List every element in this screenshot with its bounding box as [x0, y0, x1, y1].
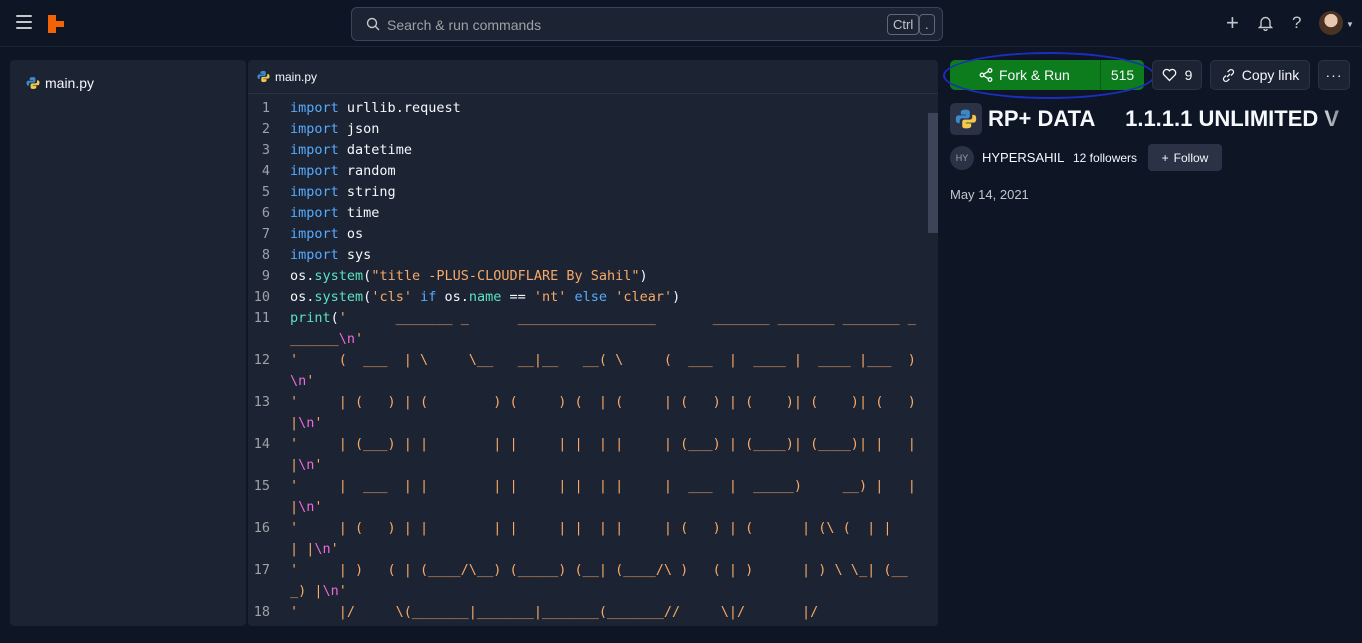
line-number: 13 — [253, 394, 270, 410]
line-number: 7 — [261, 226, 270, 242]
replit-logo[interactable] — [48, 15, 66, 33]
kbd-dot: . — [919, 14, 935, 35]
python-icon — [257, 70, 270, 83]
fork-run-label: Fork & Run — [999, 67, 1070, 83]
line-number: 10 — [253, 289, 270, 305]
fork-count: 515 — [1100, 60, 1144, 90]
file-tree: main.py — [10, 60, 246, 626]
code-line: 16 ' | ( ) | | | | | | | | | ( ) | ( | (\… — [248, 518, 920, 560]
code-line: 18 ' |/ \(_______|_______|_______(_______… — [248, 602, 920, 623]
code-line: 2 import json — [248, 119, 920, 140]
plus-icon: + — [1161, 150, 1169, 165]
copy-link-label: Copy link — [1241, 67, 1300, 83]
repl-title: RP+ DATA 1.1.1.1 UNLIMITED V — [988, 106, 1340, 131]
line-number: 9 — [261, 268, 270, 284]
search-icon — [366, 17, 380, 31]
line-number: 17 — [253, 562, 270, 578]
line-number: 3 — [261, 142, 270, 158]
search-bar[interactable]: Search & run commands Ctrl . — [351, 7, 943, 41]
owner-name[interactable]: HYPERSAHIL — [982, 150, 1064, 165]
published-date: May 14, 2021 — [950, 187, 1029, 202]
search-placeholder: Search & run commands — [387, 17, 542, 33]
file-item-main-py[interactable]: main.py — [26, 75, 94, 91]
code-line: 17 ' | ) ( | (____/\__) (_____) (__| (___… — [248, 560, 920, 602]
line-number: 6 — [261, 205, 270, 221]
title-fade — [1318, 100, 1362, 140]
code-line: 14 ' | (___) | | | | | | | | | (___) | (_… — [248, 434, 920, 476]
editor-scrollbar[interactable] — [924, 98, 938, 626]
add-icon[interactable]: + — [1226, 10, 1239, 36]
line-number: 18 — [253, 604, 270, 620]
follow-label: Follow — [1173, 150, 1209, 165]
code-line: 10 os.system('cls' if os.name == 'nt' els… — [248, 287, 920, 308]
like-count: 9 — [1184, 67, 1193, 83]
python-icon — [955, 109, 977, 129]
code-line: 13 ' | ( ) | ( ) ( ) ( | ( | ( ) | ( )| (… — [248, 392, 920, 434]
code-line: 3 import datetime — [248, 140, 920, 161]
line-number: 8 — [261, 247, 270, 263]
code-line: 9 os.system("title -PLUS-CLOUDFLARE By Sa… — [248, 266, 920, 287]
more-options-button[interactable]: ··· — [1318, 60, 1350, 90]
python-icon — [26, 77, 40, 89]
line-number: 11 — [253, 310, 270, 326]
code-line: 1 import urllib.request — [248, 98, 920, 119]
code-line: 15 ' | ___ | | | | | | | | | ___ | _____)… — [248, 476, 920, 518]
fork-icon — [979, 68, 993, 82]
top-bar: Search & run commands Ctrl . + ? ▼ — [0, 0, 1362, 47]
user-avatar[interactable] — [1319, 11, 1343, 35]
code-line: 11 print(' _______ _ _________________ __… — [248, 308, 920, 350]
line-number: 2 — [261, 121, 270, 137]
fork-run-label-group: Fork & Run — [950, 67, 1100, 83]
tab-label: main.py — [275, 69, 318, 84]
link-icon — [1222, 68, 1234, 82]
tab-main-py[interactable]: main.py — [248, 60, 938, 94]
line-number: 14 — [253, 436, 270, 452]
code-line: 5 import string — [248, 182, 920, 203]
code-line: 7 import os — [248, 224, 920, 245]
help-icon[interactable]: ? — [1292, 13, 1301, 33]
line-number: 1 — [261, 100, 270, 116]
heart-icon — [1162, 68, 1176, 82]
bell-icon[interactable] — [1258, 15, 1273, 31]
copy-link-button[interactable]: Copy link — [1210, 60, 1310, 90]
line-number: 16 — [253, 520, 270, 536]
code-content[interactable]: 1 import urllib.request 2 import json 3 imp… — [248, 98, 920, 623]
file-name: main.py — [45, 75, 95, 91]
hamburger-icon[interactable] — [16, 15, 32, 29]
line-number: 4 — [261, 163, 270, 179]
code-line: 4 import random — [248, 161, 920, 182]
scroll-thumb[interactable] — [928, 113, 938, 233]
like-button[interactable]: 9 — [1152, 60, 1202, 90]
fork-run-button[interactable]: Fork & Run 515 — [950, 60, 1144, 90]
code-editor[interactable]: main.py 1 import urllib.request 2 import j… — [248, 60, 938, 626]
owner-avatar[interactable]: HY — [950, 146, 974, 170]
follow-button[interactable]: + Follow — [1148, 144, 1222, 171]
repl-python-icon — [950, 103, 982, 135]
line-number: 15 — [253, 478, 270, 494]
code-line: 6 import time — [248, 203, 920, 224]
code-line: 8 import sys — [248, 245, 920, 266]
chevron-down-icon[interactable]: ▼ — [1346, 20, 1354, 29]
kbd-ctrl: Ctrl — [887, 14, 920, 35]
line-number: 5 — [261, 184, 270, 200]
line-number: 12 — [253, 352, 270, 368]
code-line: 12 ' ( ___ | \ \__ __|__ __( \ ( ___ | __… — [248, 350, 920, 392]
followers-count: 12 followers — [1073, 151, 1138, 165]
